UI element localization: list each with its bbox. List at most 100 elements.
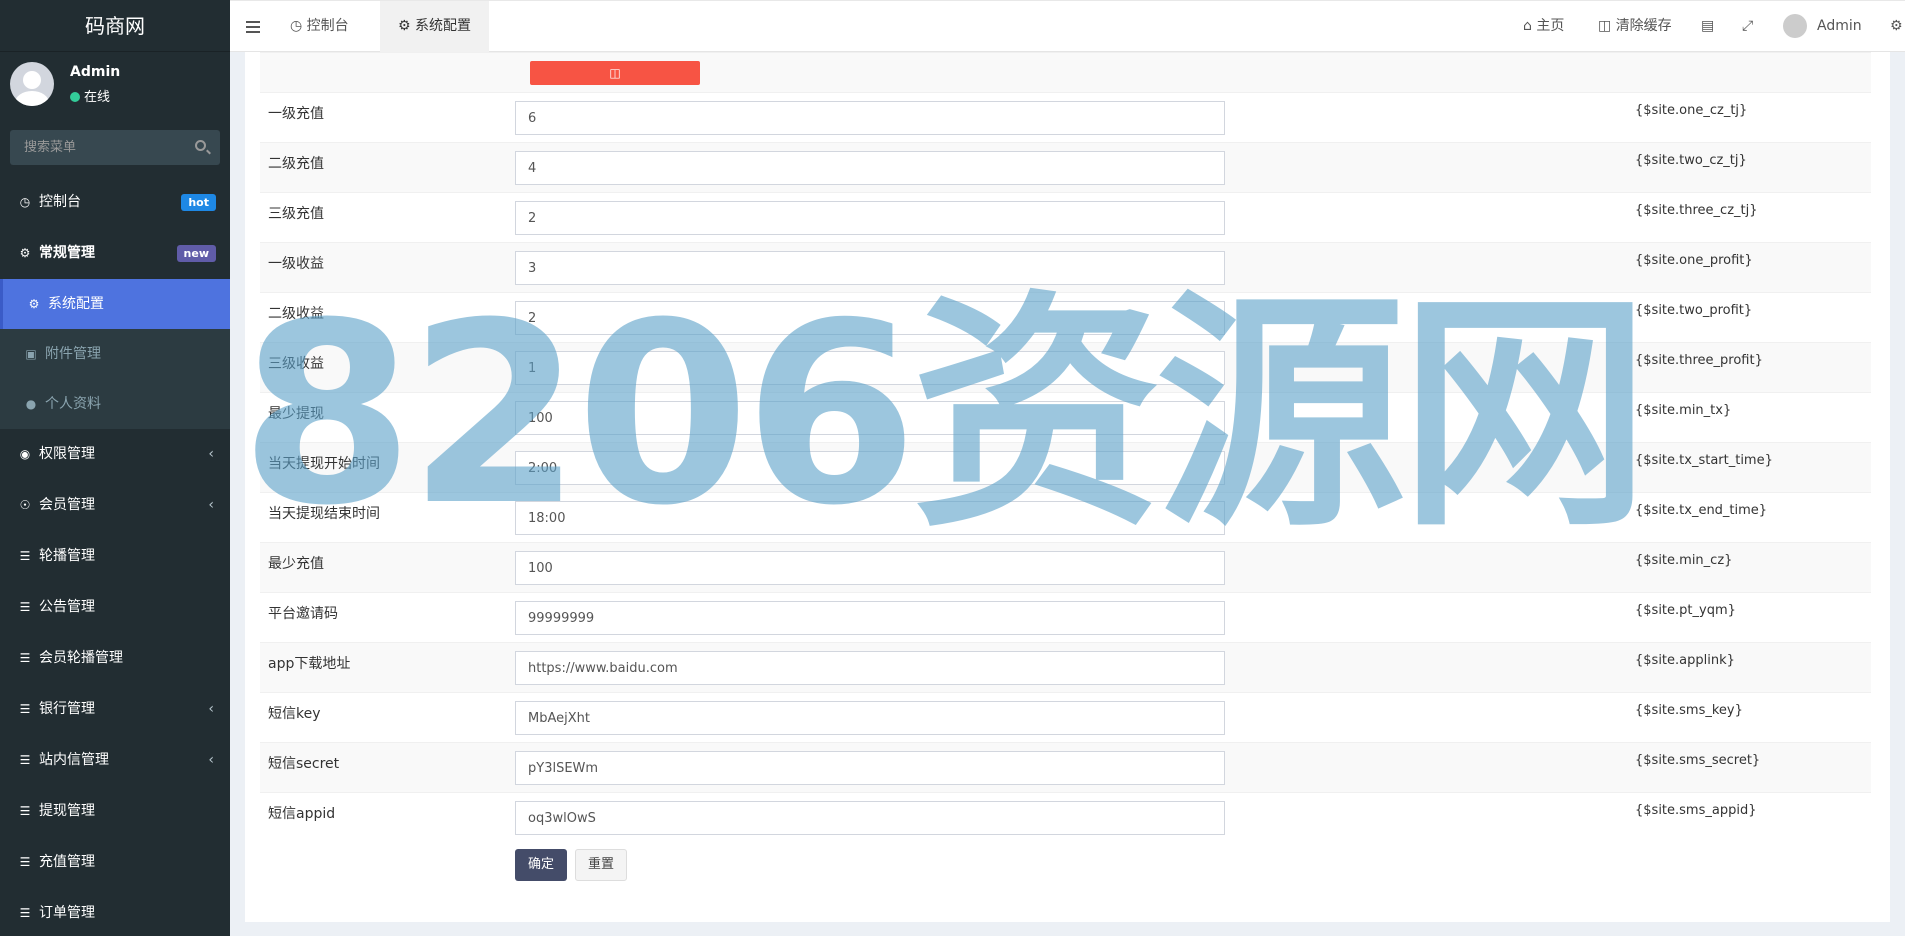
delete-row: ◫	[260, 52, 1871, 92]
field-label: 二级充值	[268, 156, 324, 172]
sidebar-item-attachments[interactable]: ▣ 附件管理	[0, 329, 230, 379]
field-input[interactable]	[515, 251, 1225, 285]
field-variable: {$site.one_cz_tj}	[1635, 103, 1748, 118]
form-row: 一级充值 {$site.one_cz_tj}	[260, 92, 1871, 142]
field-variable: {$site.two_cz_tj}	[1635, 153, 1747, 168]
trash-icon: ◫	[1598, 18, 1616, 34]
submit-button[interactable]: 确定	[515, 849, 567, 881]
user-icon: ●	[25, 397, 37, 411]
sidebar-item-notice[interactable]: ☰ 公告管理	[0, 582, 230, 633]
field-label: 平台邀请码	[268, 606, 338, 622]
reset-button[interactable]: 重置	[575, 849, 627, 881]
clear-cache-button[interactable]: ◫ 清除缓存	[1598, 1, 1672, 52]
field-label: 三级充值	[268, 206, 324, 222]
form-row: 平台邀请码 {$site.pt_yqm}	[260, 592, 1871, 642]
form-row: 三级充值 {$site.three_cz_tj}	[260, 192, 1871, 242]
sidebar-item-system-config[interactable]: ⚙ 系统配置	[0, 279, 230, 329]
image-icon: ▣	[25, 347, 37, 361]
app-logo[interactable]: 码商网	[0, 0, 230, 52]
avatar	[10, 62, 54, 106]
delete-button[interactable]: ◫	[530, 61, 700, 85]
field-input[interactable]	[515, 151, 1225, 185]
chevron-left-icon: ‹	[208, 497, 214, 513]
form-row: 最少充值 {$site.min_cz}	[260, 542, 1871, 592]
field-label: 二级收益	[268, 306, 324, 322]
user-status: 在线	[70, 86, 110, 105]
field-input[interactable]	[515, 651, 1225, 685]
search-icon[interactable]	[195, 140, 206, 151]
sidebar-item-member-carousel[interactable]: ☰ 会员轮播管理	[0, 633, 230, 684]
field-input[interactable]	[515, 501, 1225, 535]
new-badge: new	[176, 245, 216, 262]
sidebar-item-permissions[interactable]: ◉ 权限管理 ‹	[0, 429, 230, 480]
gear-icon: ⚙	[398, 18, 416, 34]
sidebar-item-recharge[interactable]: ☰ 充值管理	[0, 837, 230, 888]
chevron-left-icon: ‹	[208, 446, 214, 462]
field-label: 当天提现开始时间	[268, 456, 380, 472]
form-row: 短信secret {$site.sms_secret}	[260, 742, 1871, 792]
user-menu[interactable]: Admin	[1783, 1, 1862, 52]
settings-button[interactable]: ⚙	[1890, 1, 1903, 52]
sidebar-item-carousel[interactable]: ☰ 轮播管理	[0, 531, 230, 582]
field-variable: {$site.sms_key}	[1635, 703, 1743, 718]
tab-system-config[interactable]: ⚙ 系统配置	[380, 1, 490, 52]
field-input[interactable]	[515, 551, 1225, 585]
field-label: 三级收益	[268, 356, 324, 372]
field-input[interactable]	[515, 601, 1225, 635]
fullscreen-button[interactable]: ⤢	[1742, 1, 1753, 52]
sidebar: 码商网 Admin 在线 搜索菜单 ◷ 控制台 hot ⚙ 常规管理 new ⚙ 系统配置…	[0, 0, 230, 936]
sidebar-item-dashboard[interactable]: ◷ 控制台 hot	[0, 177, 230, 228]
sidebar-item-bank[interactable]: ☰ 银行管理 ‹	[0, 684, 230, 735]
field-input[interactable]	[515, 301, 1225, 335]
field-input[interactable]	[515, 801, 1225, 835]
sidebar-toggle-button[interactable]	[230, 1, 275, 52]
chevron-left-icon: ‹	[208, 752, 214, 768]
list-icon: ☰	[19, 906, 31, 920]
hot-badge: hot	[181, 194, 216, 211]
list-icon: ☰	[19, 651, 31, 665]
list-icon: ☰	[19, 549, 31, 563]
home-link[interactable]: ⌂ 主页	[1523, 1, 1564, 52]
form-row: 三级收益 {$site.three_profit}	[260, 342, 1871, 392]
field-variable: {$site.min_cz}	[1635, 553, 1733, 568]
field-input[interactable]	[515, 201, 1225, 235]
dashboard-icon: ◷	[19, 195, 31, 209]
field-variable: {$site.tx_start_time}	[1635, 453, 1773, 468]
field-variable: {$site.sms_secret}	[1635, 753, 1761, 768]
form-row: 短信appid {$site.sms_appid}	[260, 792, 1871, 842]
sidebar-item-messages[interactable]: ☰ 站内信管理 ‹	[0, 735, 230, 786]
field-input[interactable]	[515, 751, 1225, 785]
translate-icon: ▤	[1701, 18, 1715, 34]
sidebar-item-withdraw[interactable]: ☰ 提现管理	[0, 786, 230, 837]
field-variable: {$site.one_profit}	[1635, 253, 1753, 268]
field-variable: {$site.three_cz_tj}	[1635, 203, 1758, 218]
field-input[interactable]	[515, 701, 1225, 735]
sidebar-item-orders[interactable]: ☰ 订单管理	[0, 888, 230, 936]
sidebar-item-members[interactable]: ☉ 会员管理 ‹	[0, 480, 230, 531]
sidebar-item-general[interactable]: ⚙ 常规管理 new	[0, 228, 230, 279]
form-row: 二级收益 {$site.two_profit}	[260, 292, 1871, 342]
tab-dashboard[interactable]: ◷ 控制台	[290, 1, 349, 52]
field-input[interactable]	[515, 401, 1225, 435]
field-input[interactable]	[515, 451, 1225, 485]
menu-icon	[246, 21, 260, 33]
field-input[interactable]	[515, 101, 1225, 135]
field-label: 最少充值	[268, 556, 324, 572]
gears-icon: ⚙	[1890, 18, 1903, 34]
field-variable: {$site.pt_yqm}	[1635, 603, 1736, 618]
trash-icon: ◫	[609, 66, 621, 80]
form-row: 当天提现开始时间 {$site.tx_start_time}	[260, 442, 1871, 492]
gear-icon: ⚙	[28, 297, 40, 311]
search-placeholder: 搜索菜单	[24, 140, 77, 155]
form-row: 短信key {$site.sms_key}	[260, 692, 1871, 742]
list-icon: ☰	[19, 702, 31, 716]
language-button[interactable]: ▤	[1701, 1, 1714, 52]
menu-search-input[interactable]: 搜索菜单	[10, 130, 220, 165]
gears-icon: ⚙	[19, 246, 31, 260]
list-icon: ☰	[19, 753, 31, 767]
field-variable: {$site.sms_appid}	[1635, 803, 1757, 818]
field-input[interactable]	[515, 351, 1225, 385]
field-label: 一级收益	[268, 256, 324, 272]
sidebar-item-profile[interactable]: ● 个人资料	[0, 379, 230, 429]
list-icon: ☰	[19, 600, 31, 614]
